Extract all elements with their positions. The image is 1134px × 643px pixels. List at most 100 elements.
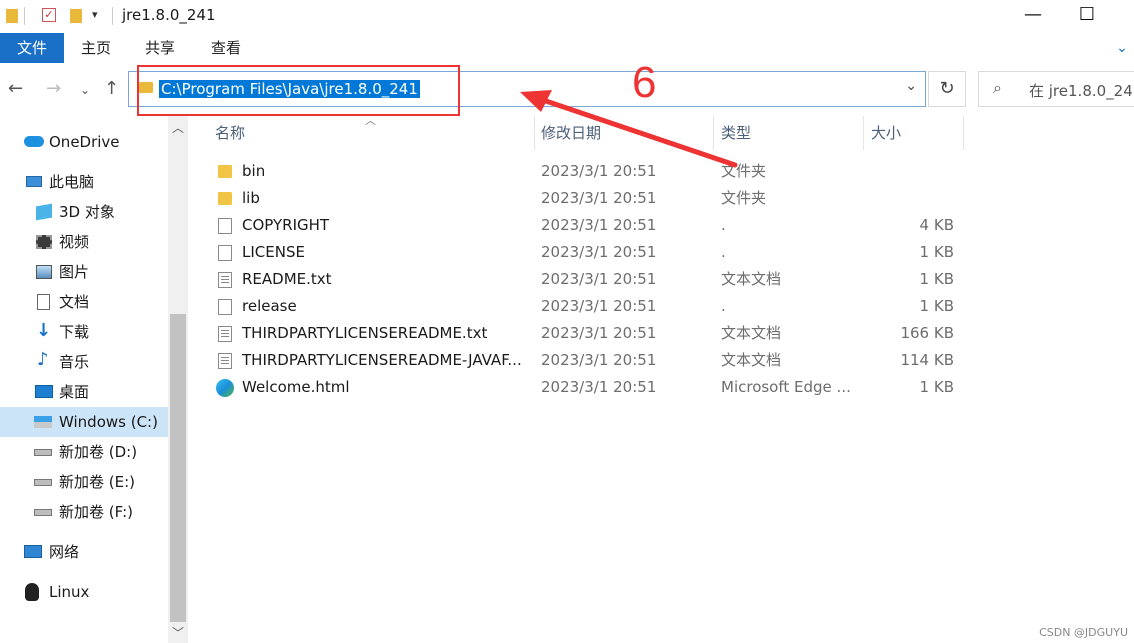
new-folder-icon[interactable]	[70, 9, 82, 23]
nav-item-music[interactable]: ♪ 音乐	[0, 347, 168, 377]
column-header-type[interactable]: 类型	[721, 116, 751, 150]
column-divider[interactable]	[713, 116, 714, 150]
file-row[interactable]: COPYRIGHT 2023/3/1 20:51 . 4 KB	[188, 212, 1134, 239]
tab-view[interactable]: 查看	[192, 33, 260, 63]
drive-icon	[34, 449, 52, 456]
nav-item-3d-objects[interactable]: 3D 对象	[0, 197, 168, 227]
column-header-size[interactable]: 大小	[871, 116, 901, 150]
minimize-button[interactable]: —	[1010, 0, 1056, 33]
navigation-pane: OneDrive 此电脑 3D 对象 视频 图片 文档 ↓ 下载 ♪ 音乐 桌面…	[0, 116, 188, 643]
nav-item-windows-c[interactable]: Windows (C:)	[0, 407, 168, 437]
nav-item-drive-f[interactable]: 新加卷 (F:)	[0, 497, 168, 527]
file-list: ︿ 名称 修改日期 类型 大小 bin 2023/3/1 20:51 文件夹 l…	[188, 114, 1134, 643]
nav-label: 文档	[59, 293, 90, 311]
music-icon: ♪	[37, 349, 49, 370]
file-row[interactable]: release 2023/3/1 20:51 . 1 KB	[188, 293, 1134, 320]
search-input[interactable]: ⌕ 在 jre1.8.0_241	[978, 71, 1134, 107]
watermark: CSDN @JDGUYU	[1039, 626, 1128, 639]
column-divider[interactable]	[534, 116, 535, 150]
file-row[interactable]: lib 2023/3/1 20:51 文件夹	[188, 185, 1134, 212]
column-header-date[interactable]: 修改日期	[541, 116, 601, 150]
up-arrow-icon[interactable]: ↑	[104, 78, 119, 99]
file-date: 2023/3/1 20:51	[541, 162, 657, 180]
search-placeholder: 在 jre1.8.0_241	[1029, 82, 1134, 100]
nav-item-videos[interactable]: 视频	[0, 227, 168, 257]
column-header-name[interactable]: 名称	[215, 116, 245, 150]
drive-icon	[34, 509, 52, 516]
scroll-up-icon[interactable]: ︿	[172, 119, 184, 136]
ribbon-tabs: 文件 主页 共享 查看 ⌄	[0, 33, 1134, 64]
nav-item-pictures[interactable]: 图片	[0, 257, 168, 287]
file-date: 2023/3/1 20:51	[541, 270, 657, 288]
file-row[interactable]: THIRDPARTYLICENSEREADME-JAVAF... 2023/3/…	[188, 347, 1134, 374]
column-divider[interactable]	[963, 116, 964, 150]
file-name: lib	[242, 189, 260, 207]
nav-item-onedrive[interactable]: OneDrive	[0, 127, 168, 157]
scrollbar-thumb[interactable]	[170, 314, 186, 622]
file-name: COPYRIGHT	[242, 216, 330, 234]
video-icon	[36, 235, 52, 249]
maximize-button[interactable]: ☐	[1064, 0, 1110, 33]
properties-check-icon[interactable]: ✓	[42, 8, 56, 22]
file-date: 2023/3/1 20:51	[541, 216, 657, 234]
nav-item-desktop[interactable]: 桌面	[0, 377, 168, 407]
text-file-icon	[218, 326, 232, 342]
file-row[interactable]: README.txt 2023/3/1 20:51 文本文档 1 KB	[188, 266, 1134, 293]
file-name: release	[242, 297, 297, 315]
nav-label: 新加卷 (D:)	[59, 443, 138, 461]
nav-item-downloads[interactable]: ↓ 下载	[0, 317, 168, 347]
nav-label: OneDrive	[49, 133, 120, 151]
file-size: 114 KB	[900, 351, 954, 369]
folder-icon	[6, 9, 18, 23]
file-type: .	[721, 297, 726, 315]
back-arrow-icon[interactable]: ←	[8, 78, 23, 99]
nav-scrollbar[interactable]: ︿ ﹀	[168, 116, 188, 643]
column-divider[interactable]	[863, 116, 864, 150]
file-size: 1 KB	[919, 297, 954, 315]
tab-file[interactable]: 文件	[0, 33, 64, 63]
annotation-highlight-box	[137, 65, 460, 116]
text-file-icon	[218, 272, 232, 288]
nav-label: 桌面	[59, 383, 90, 401]
nav-item-this-pc[interactable]: 此电脑	[0, 167, 168, 197]
refresh-button[interactable]: ↻	[928, 71, 966, 107]
tab-share[interactable]: 共享	[128, 33, 192, 63]
drive-c-icon	[34, 416, 52, 428]
title-bar: ✓ ▾ jre1.8.0_241 — ☐	[0, 0, 1134, 33]
quick-access-dropdown-icon[interactable]: ▾	[92, 8, 98, 21]
separator	[112, 7, 113, 25]
file-date: 2023/3/1 20:51	[541, 324, 657, 342]
file-size: 1 KB	[919, 270, 954, 288]
chevron-down-icon[interactable]: ⌄	[905, 78, 917, 94]
file-size: 1 KB	[919, 378, 954, 396]
forward-arrow-icon[interactable]: →	[46, 78, 61, 99]
folder-icon	[218, 192, 232, 205]
file-name: THIRDPARTYLICENSEREADME-JAVAF...	[242, 351, 522, 369]
file-type: .	[721, 243, 726, 261]
file-row[interactable]: LICENSE 2023/3/1 20:51 . 1 KB	[188, 239, 1134, 266]
scroll-down-icon[interactable]: ﹀	[172, 624, 184, 641]
ribbon-expand-icon[interactable]: ⌄	[1114, 40, 1130, 56]
nav-item-documents[interactable]: 文档	[0, 287, 168, 317]
file-row[interactable]: Welcome.html 2023/3/1 20:51 Microsoft Ed…	[188, 374, 1134, 401]
nav-item-linux[interactable]: Linux	[0, 577, 168, 607]
file-icon	[218, 299, 232, 315]
file-type: Microsoft Edge ...	[721, 378, 851, 396]
file-date: 2023/3/1 20:51	[541, 243, 657, 261]
document-icon	[37, 294, 50, 310]
cloud-icon	[24, 136, 44, 147]
nav-label: 下载	[59, 323, 90, 341]
file-row[interactable]: bin 2023/3/1 20:51 文件夹	[188, 158, 1134, 185]
tab-home[interactable]: 主页	[64, 33, 128, 63]
file-row[interactable]: THIRDPARTYLICENSEREADME.txt 2023/3/1 20:…	[188, 320, 1134, 347]
nav-item-drive-d[interactable]: 新加卷 (D:)	[0, 437, 168, 467]
file-name: Welcome.html	[242, 378, 350, 396]
network-icon	[24, 545, 42, 558]
recent-locations-icon[interactable]: ⌄	[80, 83, 90, 97]
linux-penguin-icon	[25, 583, 39, 601]
nav-item-network[interactable]: 网络	[0, 537, 168, 567]
nav-label: 新加卷 (F:)	[59, 503, 133, 521]
nav-item-drive-e[interactable]: 新加卷 (E:)	[0, 467, 168, 497]
nav-label: Windows (C:)	[59, 413, 158, 431]
nav-label: 视频	[59, 233, 90, 251]
